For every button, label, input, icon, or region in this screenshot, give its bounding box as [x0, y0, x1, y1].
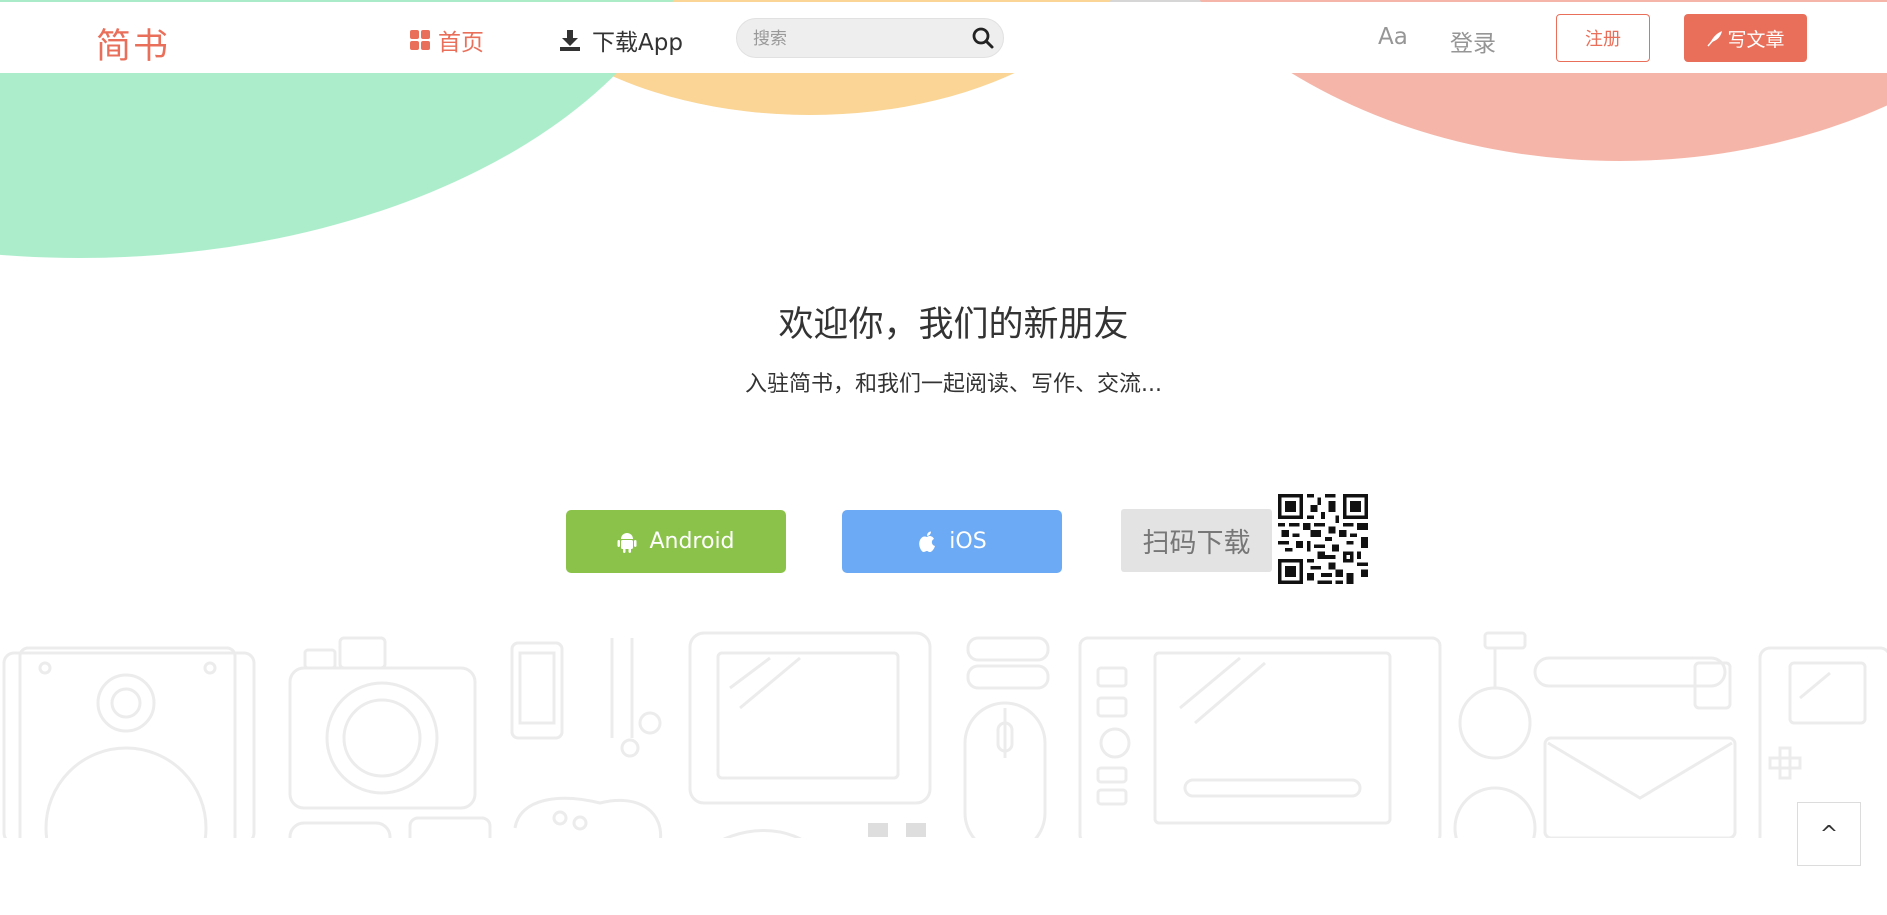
font-toggle-button[interactable]: Aa — [1378, 24, 1408, 50]
back-to-top-button[interactable]: ^ — [1797, 802, 1861, 866]
search-icon[interactable] — [971, 26, 995, 50]
signup-label: 注册 — [1585, 29, 1621, 50]
welcome-subtitle: 入驻简书，和我们一起阅读、写作、交流... — [745, 372, 1162, 397]
speaker-outline — [2, 651, 256, 840]
camera-outline — [288, 666, 477, 810]
nav-download-label: 下载App — [592, 30, 683, 56]
signup-button[interactable]: 注册 — [1556, 14, 1650, 62]
search-box — [736, 18, 1004, 58]
login-link[interactable]: 登录 — [1450, 24, 1496, 58]
nav-home-link[interactable]: 首页 — [410, 24, 484, 56]
apple-icon — [919, 531, 936, 552]
nav-home-label: 首页 — [438, 30, 484, 56]
illustration-bottom-edge — [0, 838, 1887, 840]
feather-icon — [1707, 31, 1723, 47]
headphones-outline — [1458, 686, 1532, 760]
page: 简书 首页 下载App Aa 登录 注册 — [0, 0, 1887, 915]
back-to-top-label: ^ — [1819, 821, 1839, 847]
download-icon — [560, 30, 580, 51]
android-icon — [617, 532, 637, 553]
envelope-outline — [1543, 736, 1737, 840]
ios-label: iOS — [949, 529, 987, 554]
android-download-button[interactable]: Android — [566, 510, 786, 573]
ios-download-button[interactable]: iOS — [842, 510, 1062, 573]
devices-illustration — [0, 631, 1887, 840]
header: 简书 首页 下载App Aa 登录 注册 — [0, 2, 1887, 73]
write-article-button[interactable]: 写文章 — [1684, 14, 1807, 62]
scan-download-label: 扫码下载 — [1121, 509, 1272, 572]
home-grid-icon — [410, 30, 430, 50]
search-input[interactable] — [751, 25, 955, 53]
welcome-title: 欢迎你，我们的新朋友 — [778, 305, 1129, 345]
nav-download-app-link[interactable]: 下载App — [558, 24, 683, 56]
android-label: Android — [649, 529, 735, 554]
write-label: 写文章 — [1727, 28, 1785, 51]
qr-code — [1278, 494, 1368, 584]
logo[interactable]: 简书 — [96, 18, 170, 69]
